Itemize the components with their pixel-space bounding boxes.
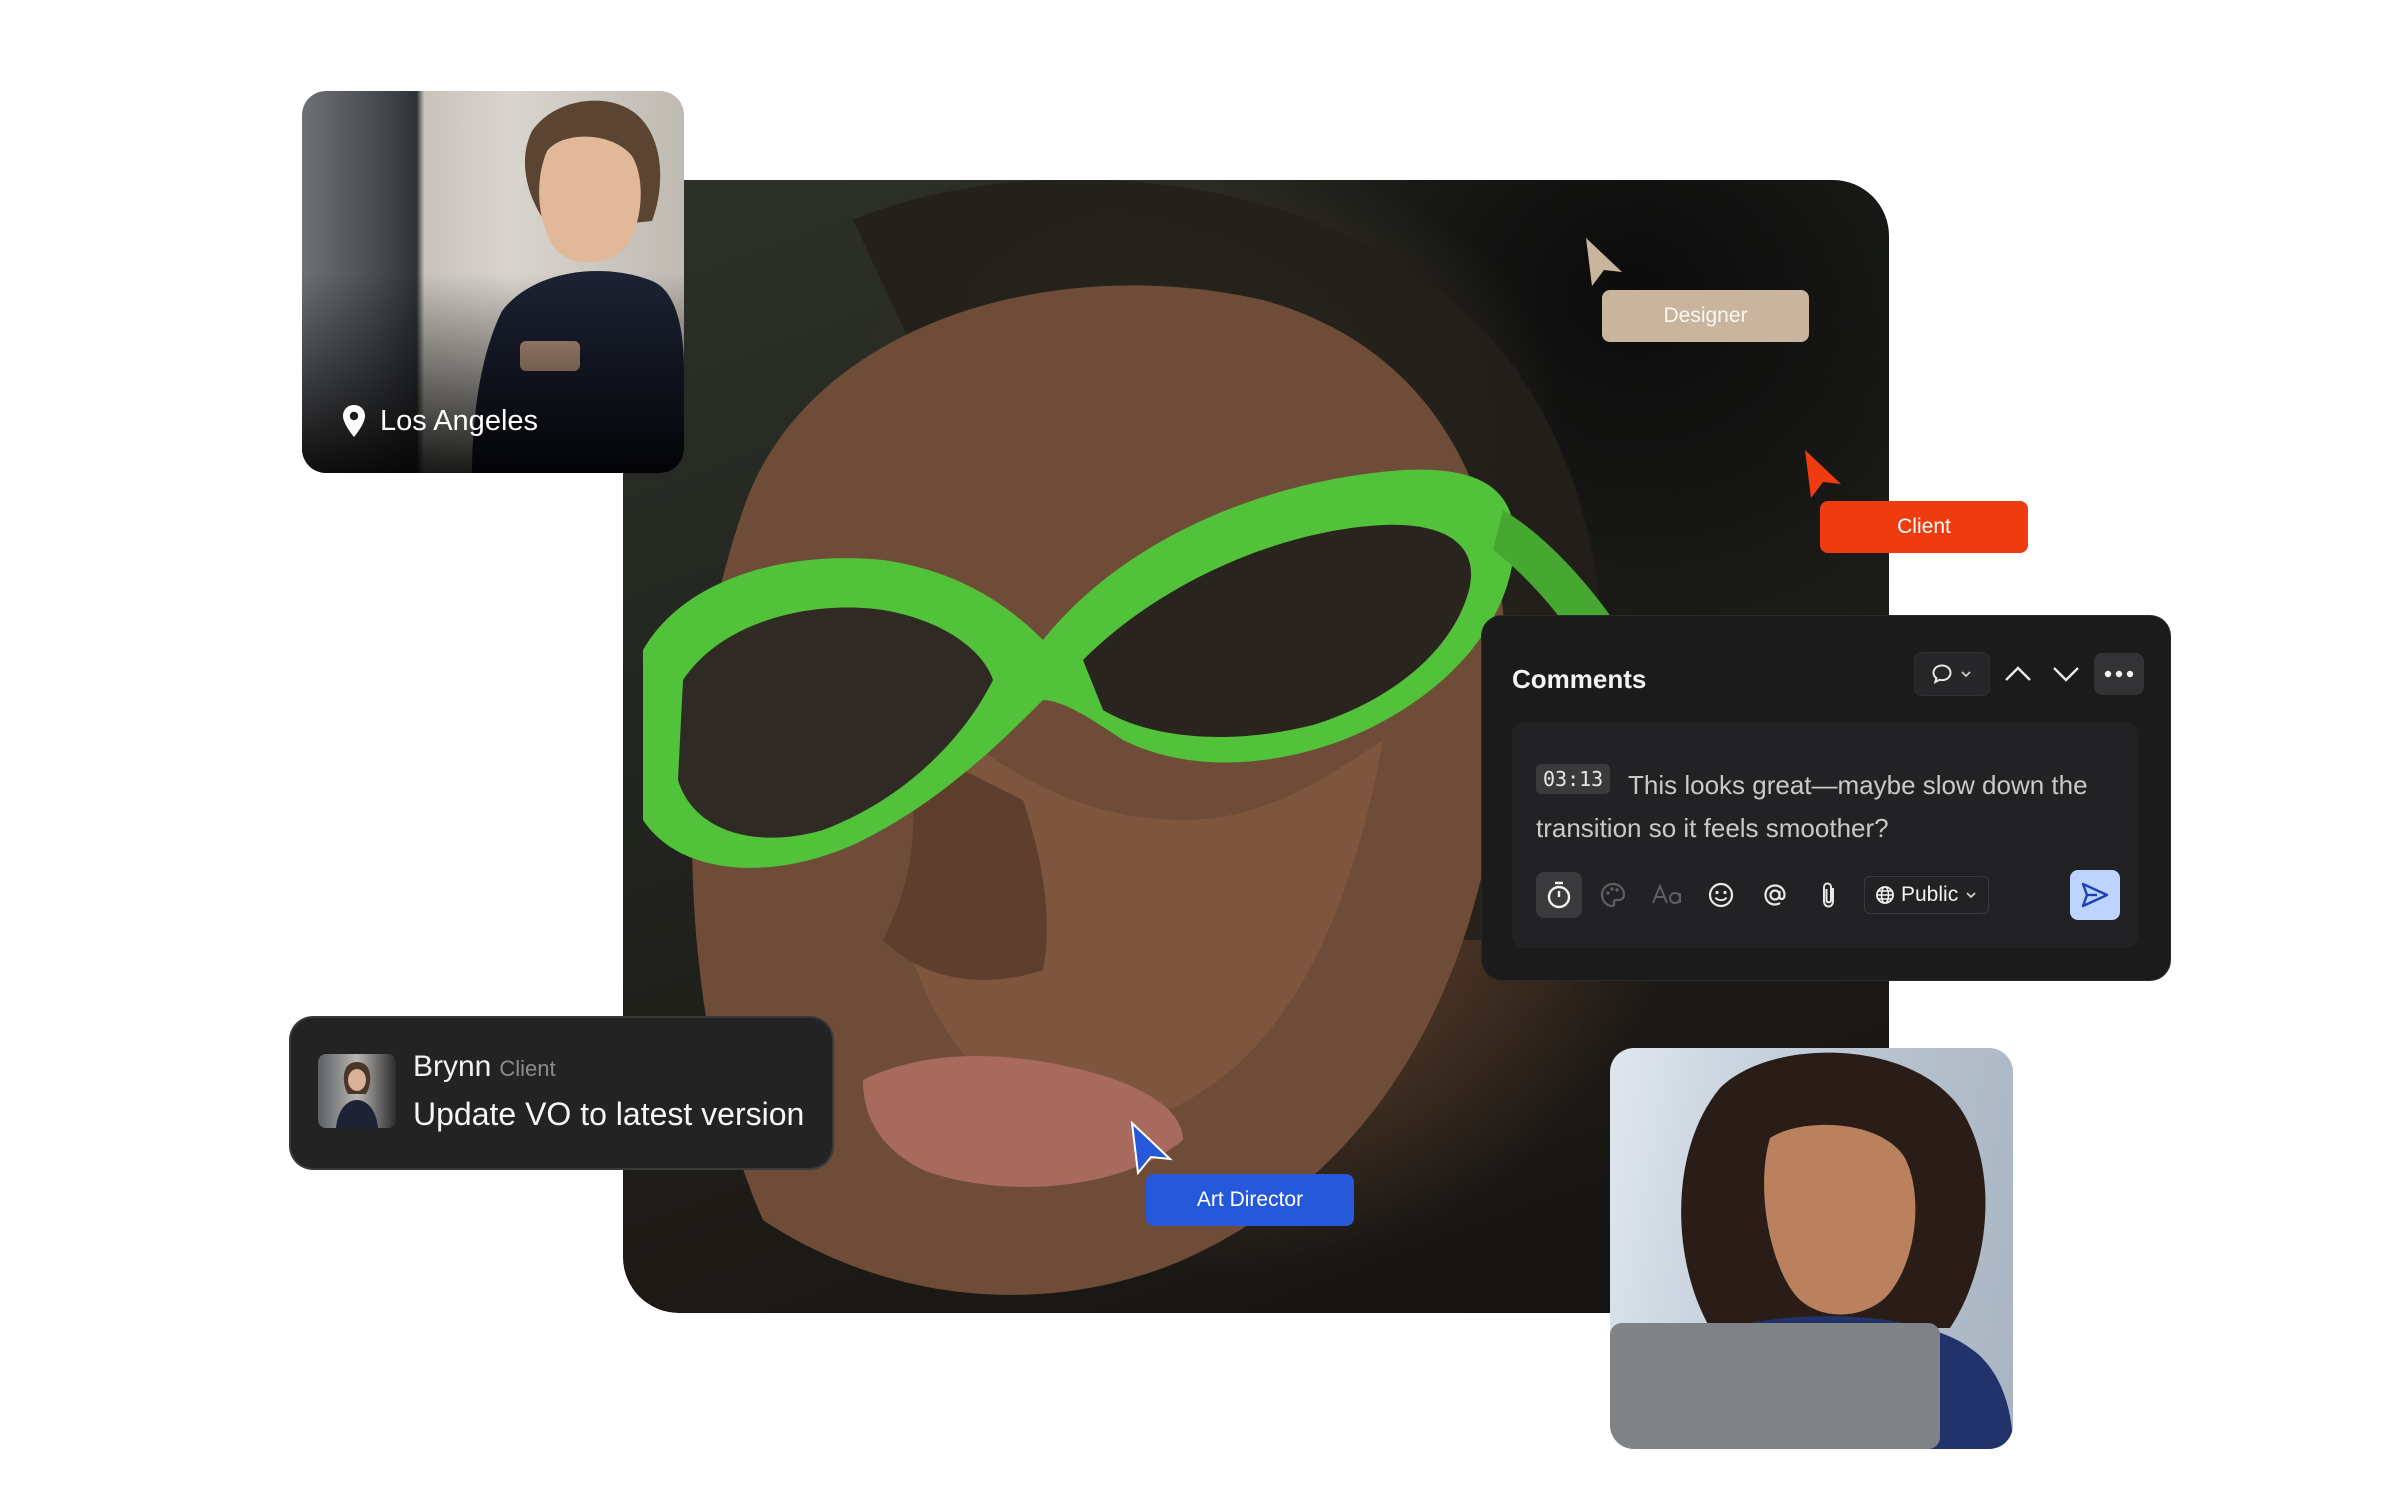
art-director-cursor-label: Art Director <box>1146 1174 1354 1226</box>
visibility-dropdown[interactable]: Public <box>1864 876 1990 914</box>
chevron-down-icon <box>1961 671 1971 678</box>
comments-panel: Comments 03:13 This looks great—maybe sl… <box>1482 616 2170 980</box>
art-director-cursor-icon <box>1130 1121 1173 1175</box>
client-cursor-icon <box>1805 450 1841 498</box>
attachment-icon <box>1823 882 1834 908</box>
designer-cursor-icon <box>1586 238 1622 286</box>
comment-notification[interactable]: Brynn Client Update VO to latest version <box>291 1018 832 1168</box>
comment-bubble-icon <box>1932 664 1952 684</box>
client-cursor-label: Client <box>1820 501 2028 553</box>
globe-icon <box>1876 886 1894 904</box>
send-comment-button[interactable] <box>2070 870 2120 920</box>
collaborator-video-thumbnail[interactable] <box>1610 1048 2013 1449</box>
chevron-down-icon <box>2053 667 2079 682</box>
location-pin-icon <box>343 405 365 437</box>
timer-icon <box>1547 881 1571 909</box>
previous-comment-button[interactable] <box>1998 653 2038 695</box>
next-comment-button[interactable] <box>2046 653 2086 695</box>
comment-composer[interactable]: 03:13 This looks great—maybe slow down t… <box>1512 722 2138 948</box>
comment-toolbar: Public <box>1536 870 2120 920</box>
chevron-down-icon <box>1966 892 1976 899</box>
location-text: Los Angeles <box>380 404 539 437</box>
timestamp-toggle-button[interactable] <box>1536 872 1582 918</box>
emoji-icon <box>1708 882 1734 908</box>
notification-message: Update VO to latest version <box>413 1096 805 1132</box>
designer-cursor-label: Designer <box>1602 290 1809 342</box>
mention-icon <box>1764 884 1786 906</box>
woman-laptop-illustration <box>1610 1052 2013 1449</box>
annotate-button[interactable] <box>1590 872 1636 918</box>
send-icon <box>2081 882 2109 908</box>
attachment-button[interactable] <box>1806 872 1852 918</box>
author-role: Client <box>499 1056 556 1081</box>
text-format-icon <box>1652 883 1681 904</box>
more-options-button[interactable] <box>2094 653 2144 695</box>
palette-icon <box>1600 882 1626 908</box>
chevron-up-icon <box>2005 666 2031 681</box>
comments-title: Comments <box>1512 664 1647 694</box>
comment-text[interactable]: This looks great—maybe slow down the tra… <box>1536 764 2116 850</box>
text-format-button[interactable] <box>1644 872 1690 918</box>
author-name: Brynn <box>413 1050 492 1083</box>
comment-filter-button[interactable] <box>1914 652 1990 696</box>
mention-button[interactable] <box>1752 872 1798 918</box>
thumbnail-gradient <box>302 273 684 473</box>
more-icon <box>2104 670 2134 678</box>
notification-author: Brynn Client <box>413 1050 556 1084</box>
emoji-button[interactable] <box>1698 872 1744 918</box>
location-label: Los Angeles <box>342 404 538 438</box>
avatar <box>318 1054 396 1128</box>
location-video-thumbnail[interactable]: Los Angeles <box>302 91 684 473</box>
comments-header-tools <box>1914 652 2144 696</box>
visibility-value: Public <box>1901 883 1959 906</box>
avatar-illustration <box>336 1062 378 1128</box>
